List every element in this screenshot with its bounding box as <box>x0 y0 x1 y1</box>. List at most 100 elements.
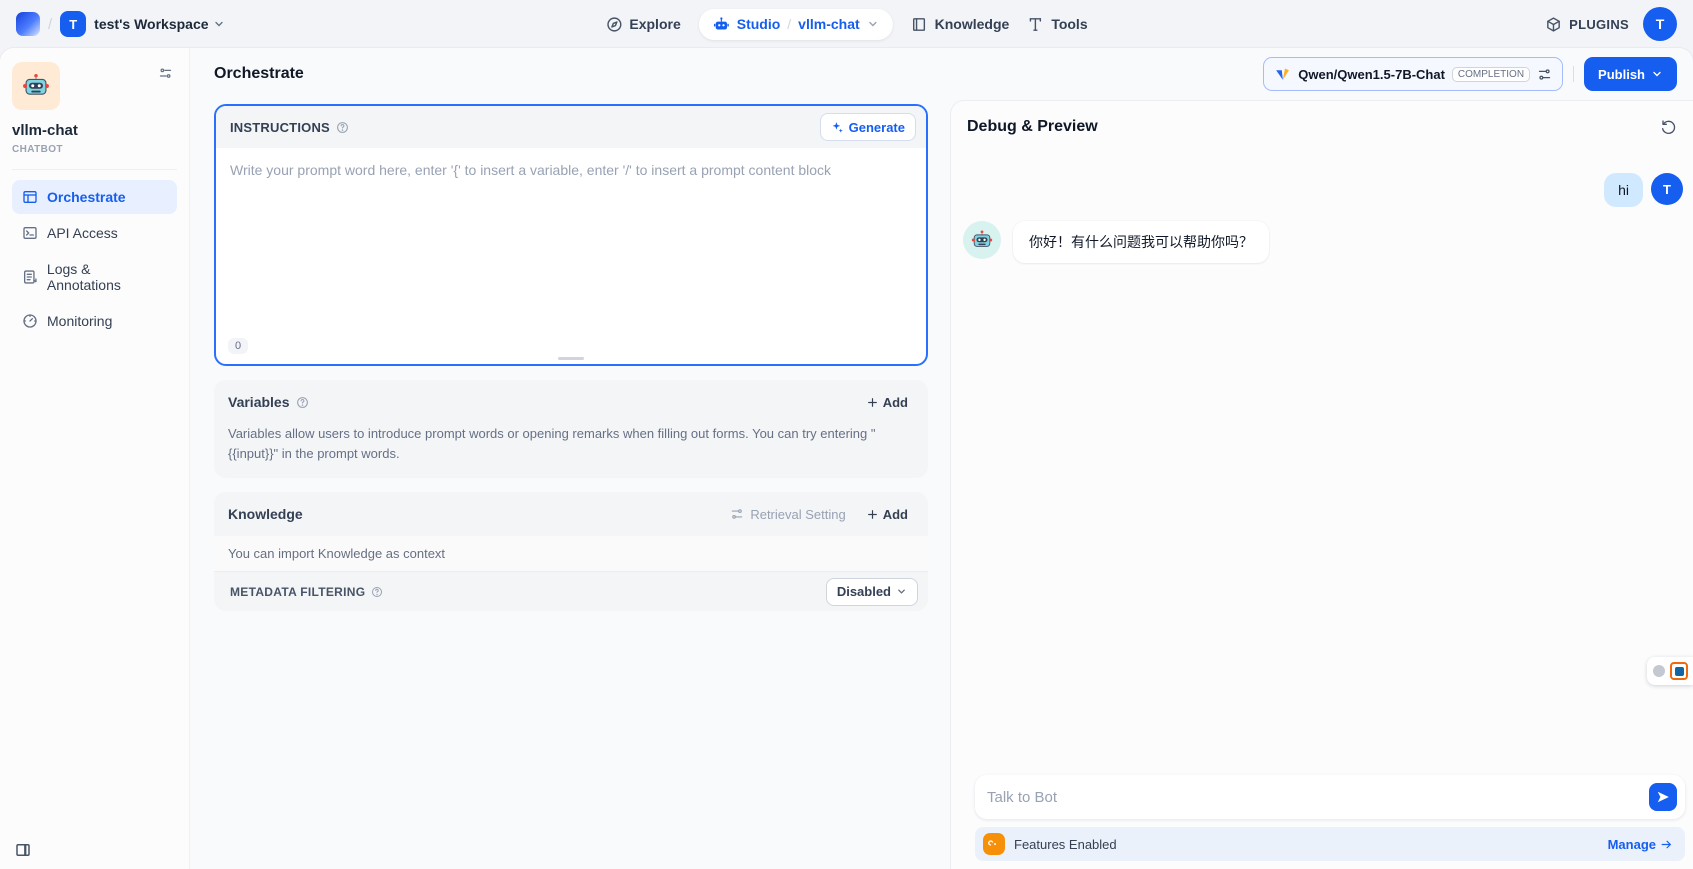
knowledge-icon <box>911 16 928 33</box>
bot-message-bubble: 你好！有什么问题我可以帮助你吗？ <box>1013 221 1269 263</box>
app-sidebar: vllm-chat CHATBOT Orchestrate API Access… <box>0 48 190 869</box>
publish-button[interactable]: Publish <box>1584 57 1677 91</box>
resize-handle[interactable] <box>558 357 584 360</box>
sidebar-item-label: Orchestrate <box>47 189 126 205</box>
add-knowledge-label: Add <box>883 507 908 522</box>
sliders-icon <box>158 66 173 81</box>
breadcrumb-slash: / <box>48 16 52 33</box>
user-avatar[interactable]: T <box>1643 7 1677 41</box>
nav-explore-label: Explore <box>629 16 680 32</box>
nav-knowledge[interactable]: Knowledge <box>911 16 1010 33</box>
nav-studio-label: Studio <box>737 16 781 32</box>
header-divider <box>1573 66 1574 82</box>
extension-dot-icon <box>1653 665 1665 677</box>
chevron-down-icon[interactable] <box>867 18 879 30</box>
model-selector[interactable]: Qwen/Qwen1.5-7B-Chat COMPLETION <box>1263 57 1563 91</box>
manage-label: Manage <box>1608 837 1656 852</box>
features-icon <box>983 833 1005 855</box>
app-name: vllm-chat <box>12 122 177 139</box>
chat-message-bot: 你好！有什么问题我可以帮助你吗？ <box>963 221 1683 263</box>
plus-icon <box>866 396 879 409</box>
sparkle-icon <box>831 121 844 134</box>
vllm-logo-icon <box>1274 66 1291 83</box>
metadata-filtering-row: METADATA FILTERING Disabled <box>214 571 928 611</box>
variables-header: Variables Add <box>214 380 928 424</box>
main-header: Orchestrate Qwen/Qwen1.5-7B-Chat COMPLET… <box>190 48 1693 100</box>
monitoring-icon <box>22 313 38 329</box>
logs-icon <box>22 269 38 285</box>
send-button[interactable] <box>1649 783 1677 811</box>
prompt-input[interactable] <box>216 148 926 308</box>
help-icon[interactable] <box>296 396 309 409</box>
retrieval-setting-button[interactable]: Retrieval Setting <box>730 507 845 522</box>
arrow-right-icon <box>1660 838 1673 851</box>
sidebar-item-label: API Access <box>47 225 118 241</box>
add-knowledge-button[interactable]: Add <box>860 503 914 526</box>
add-variable-label: Add <box>883 395 908 410</box>
restart-chat-icon[interactable] <box>1659 117 1679 137</box>
main-body: INSTRUCTIONS Generate 0 <box>190 100 1693 869</box>
nav-knowledge-label: Knowledge <box>935 16 1010 32</box>
sidebar-item-api-access[interactable]: API Access <box>12 216 177 250</box>
instructions-header: INSTRUCTIONS Generate <box>216 106 926 148</box>
help-icon[interactable] <box>336 121 349 134</box>
user-message-bubble: hi <box>1604 173 1643 207</box>
nav-studio[interactable]: Studio / vllm-chat <box>699 9 893 40</box>
knowledge-title: Knowledge <box>228 506 303 522</box>
sliders-icon <box>730 507 744 521</box>
chat-message-user: hi T <box>963 173 1683 207</box>
sidebar-item-label: Monitoring <box>47 313 112 329</box>
model-mode-badge: COMPLETION <box>1452 67 1530 82</box>
generate-button[interactable]: Generate <box>820 113 916 141</box>
workspace-avatar[interactable]: T <box>60 11 86 37</box>
variables-panel: Variables Add Variables allow users to i… <box>214 380 928 478</box>
user-message-avatar: T <box>1651 173 1683 205</box>
nav-explore[interactable]: Explore <box>605 16 680 33</box>
sidebar-item-orchestrate[interactable]: Orchestrate <box>12 180 177 214</box>
dify-logo[interactable] <box>16 12 40 36</box>
workspace-selector[interactable]: test's Workspace <box>94 16 224 32</box>
features-bar: Features Enabled Manage <box>975 827 1685 861</box>
app-header <box>12 62 177 110</box>
chevron-down-icon <box>1651 68 1663 80</box>
chevron-down-icon <box>213 18 225 30</box>
app-icon[interactable] <box>12 62 60 110</box>
collapse-sidebar-button[interactable] <box>14 841 32 859</box>
plus-icon <box>866 508 879 521</box>
knowledge-panel: Knowledge Retrieval Setting Add You can … <box>214 492 928 611</box>
help-icon[interactable] <box>371 586 383 598</box>
model-name: Qwen/Qwen1.5-7B-Chat <box>1298 67 1445 82</box>
top-nav-center: Explore Studio / vllm-chat Knowledge Too… <box>605 0 1087 48</box>
chat-input-bar <box>975 775 1685 819</box>
add-variable-button[interactable]: Add <box>860 391 914 414</box>
metadata-filtering-value: Disabled <box>837 584 891 599</box>
app-settings-button[interactable] <box>154 62 177 85</box>
debug-header: Debug & Preview <box>951 101 1693 145</box>
orchestrate-icon <box>22 189 38 205</box>
top-nav-left: / T test's Workspace <box>16 11 225 37</box>
manage-features-link[interactable]: Manage <box>1608 837 1673 852</box>
robot-avatar-icon <box>971 229 993 251</box>
generate-label: Generate <box>849 120 905 135</box>
sidebar-item-logs-annotations[interactable]: Logs & Annotations <box>12 252 177 302</box>
robot-avatar-icon <box>22 72 50 100</box>
nav-plugins[interactable]: PLUGINS <box>1545 16 1629 33</box>
knowledge-empty-text: You can import Knowledge as context <box>214 536 928 571</box>
robot-icon <box>713 16 730 33</box>
nav-tools[interactable]: Tools <box>1027 16 1087 33</box>
model-params-icon[interactable] <box>1537 67 1552 82</box>
top-nav: / T test's Workspace Explore Studio / vl… <box>0 0 1693 48</box>
sidebar-item-monitoring[interactable]: Monitoring <box>12 304 177 338</box>
top-nav-right: PLUGINS T <box>1545 7 1677 41</box>
studio-slash: / <box>787 16 791 32</box>
collapse-panel-icon <box>14 841 32 859</box>
app-type-badge: CHATBOT <box>12 144 177 155</box>
debug-title: Debug & Preview <box>967 118 1098 136</box>
nav-tools-label: Tools <box>1051 16 1087 32</box>
chat-input[interactable] <box>987 789 1649 806</box>
bot-message-avatar <box>963 221 1001 259</box>
tools-icon <box>1027 16 1044 33</box>
send-icon <box>1656 790 1670 804</box>
extension-widget[interactable] <box>1647 657 1693 685</box>
metadata-filtering-select[interactable]: Disabled <box>826 578 918 606</box>
